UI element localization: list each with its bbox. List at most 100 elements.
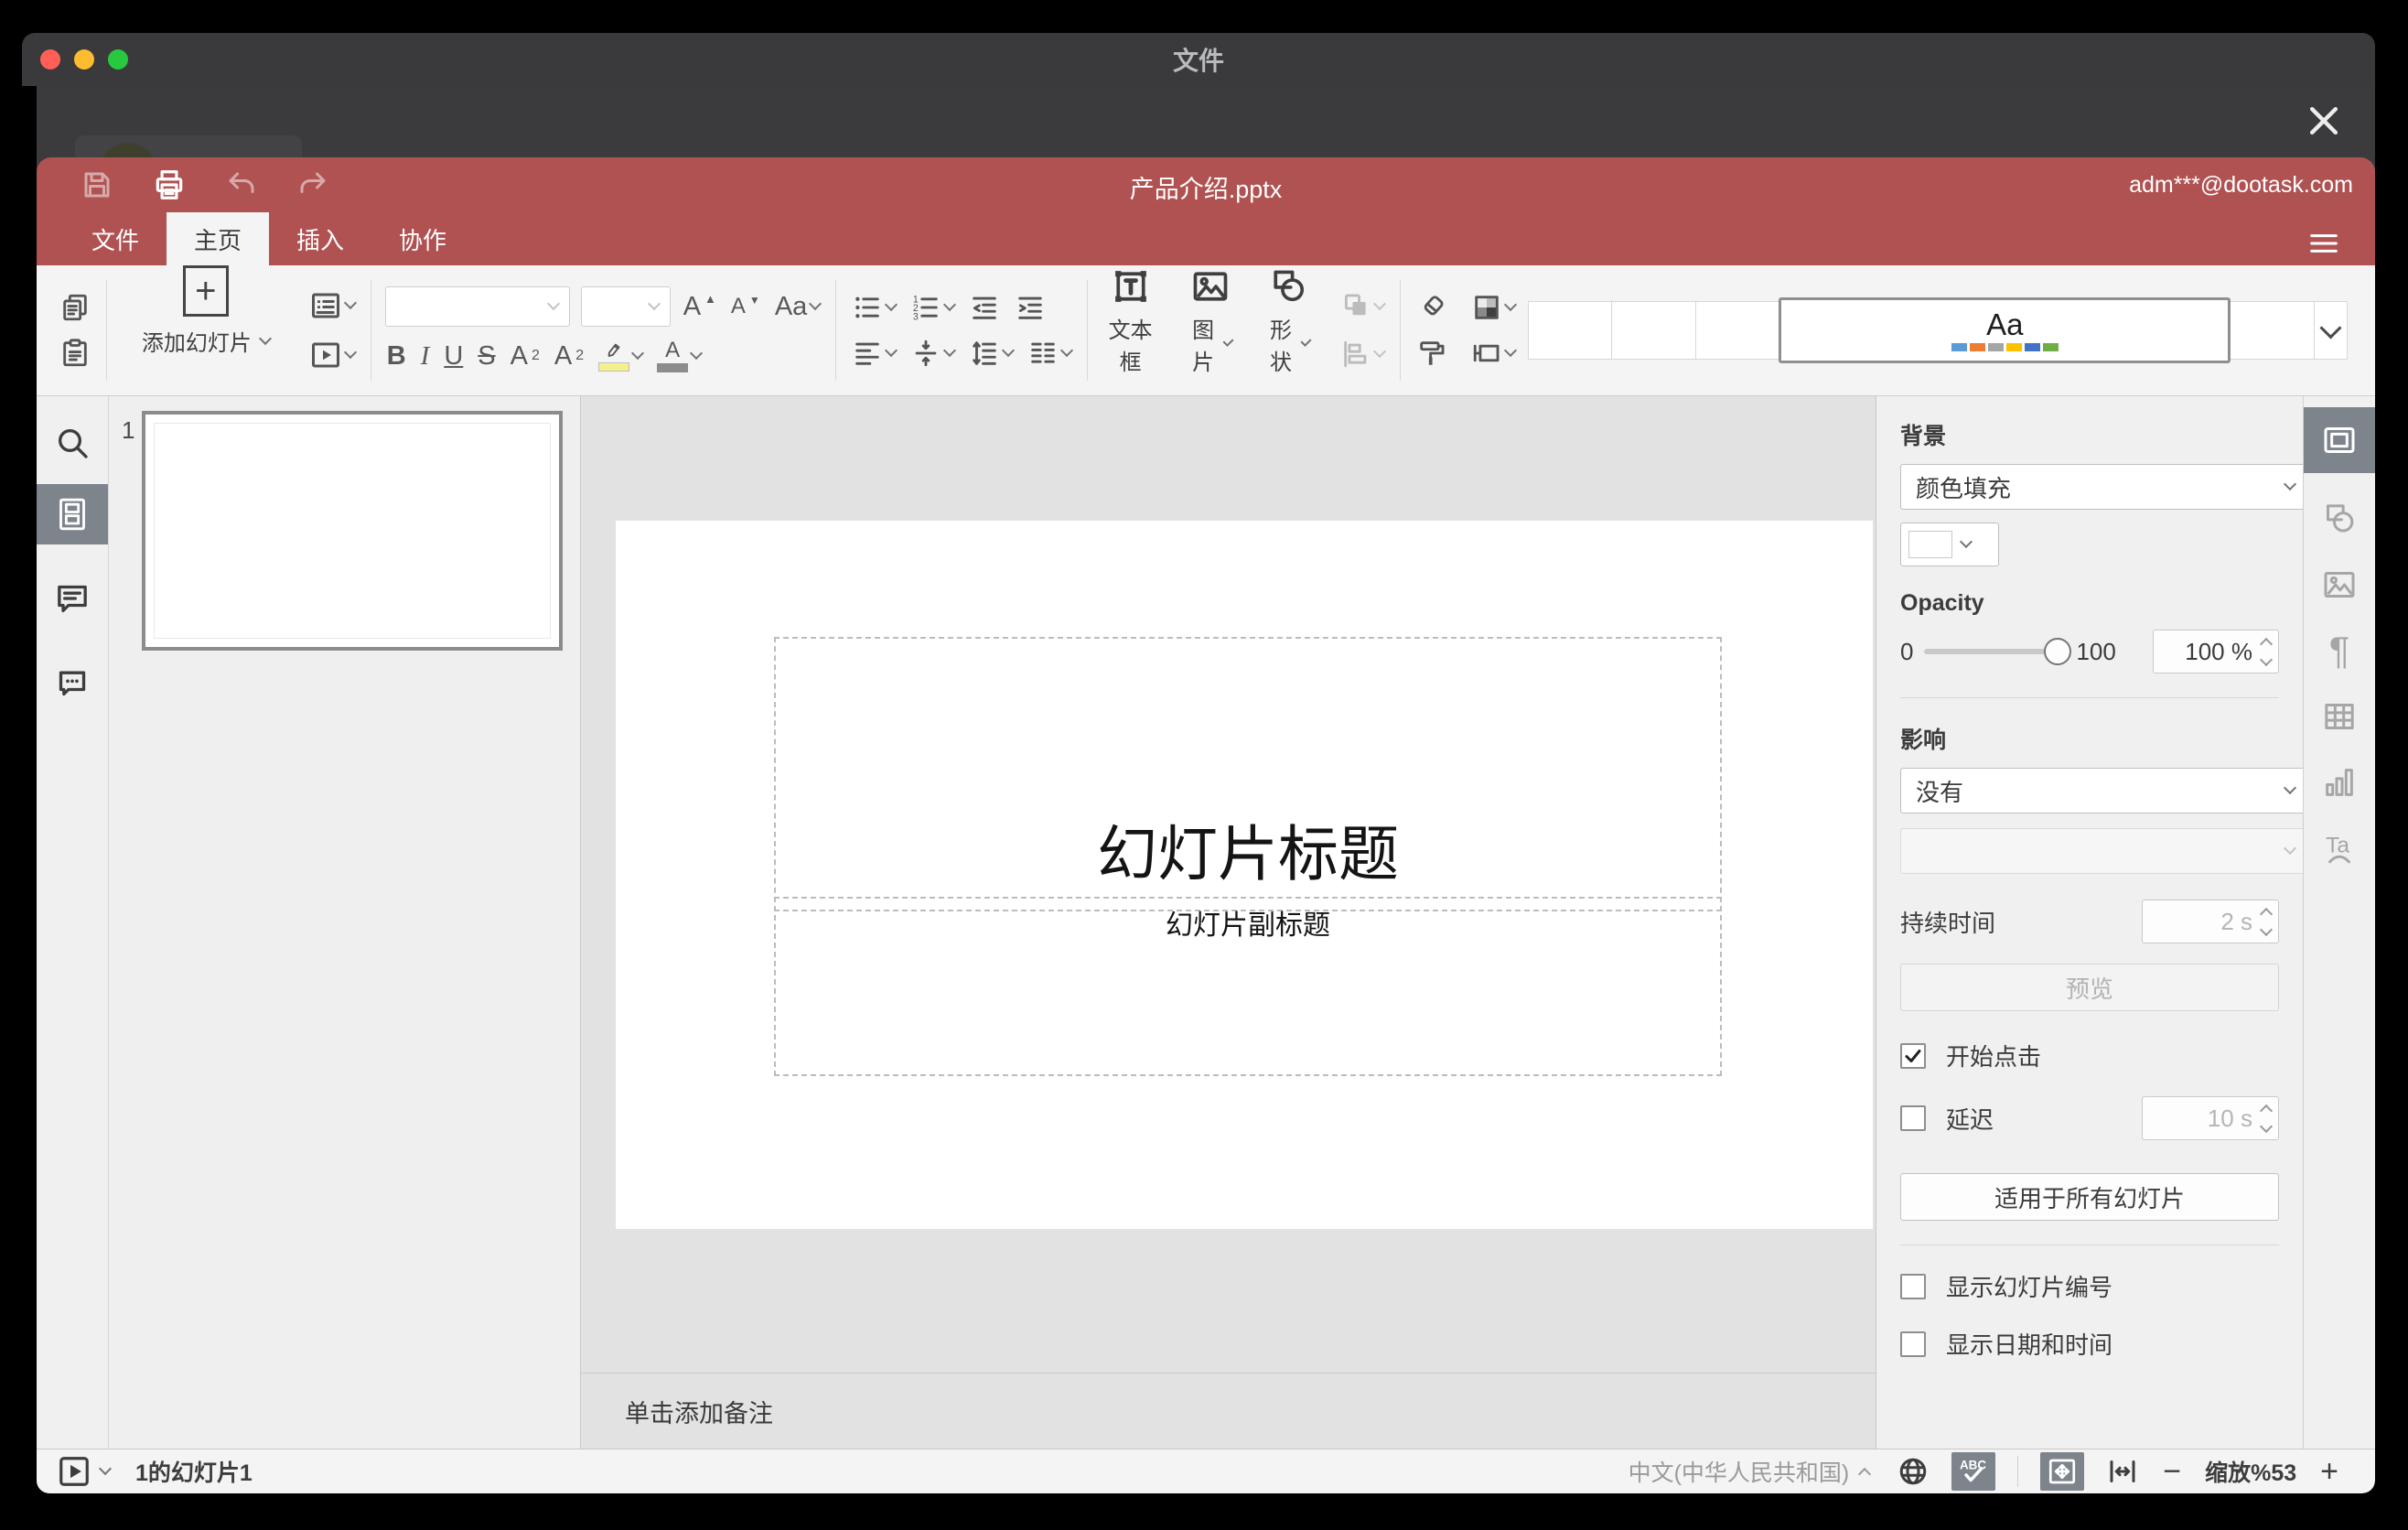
tab-file[interactable]: 文件 — [64, 212, 167, 265]
slide-thumbnail[interactable] — [142, 411, 563, 651]
shape-settings-icon[interactable] — [2304, 486, 2375, 552]
theme-tile-2[interactable] — [1611, 301, 1696, 360]
delay-checkbox[interactable] — [1900, 1105, 1926, 1131]
theme-tile-selected[interactable]: Aa — [1779, 297, 2231, 363]
opacity-spinner[interactable]: 100 % — [2153, 630, 2279, 673]
start-on-click-checkbox[interactable] — [1900, 1042, 1926, 1069]
slide-layout-button[interactable] — [307, 287, 357, 324]
italic-button[interactable]: I — [419, 341, 432, 372]
decrease-font-button[interactable]: A ▼ — [729, 294, 762, 319]
tab-home[interactable]: 主页 — [167, 212, 270, 265]
fit-to-slide-icon[interactable] — [2040, 1452, 2085, 1491]
paragraph-settings-icon[interactable]: ¶ — [2304, 618, 2375, 684]
minimize-window-button[interactable] — [74, 49, 94, 70]
hamburger-menu-icon[interactable] — [2300, 220, 2348, 270]
show-date-time-checkbox[interactable] — [1900, 1331, 1926, 1357]
effect-type-select[interactable] — [1900, 828, 2303, 874]
close-window-button[interactable] — [40, 49, 60, 70]
font-size-select[interactable] — [580, 286, 671, 327]
add-slide-button[interactable]: 添加幻灯片 — [136, 324, 275, 358]
slide-settings-icon[interactable] — [2304, 407, 2375, 473]
slide-subtitle-placeholder[interactable]: 幻灯片副标题 — [774, 897, 1722, 1076]
superscript-button[interactable]: A2 — [509, 341, 542, 372]
align-shape-button[interactable] — [1338, 337, 1387, 372]
zoom-out-button[interactable]: − — [2161, 1456, 2183, 1487]
theme-tile-3[interactable] — [1694, 301, 1780, 360]
underline-button[interactable]: U — [442, 341, 465, 372]
slide-title-placeholder[interactable]: 幻灯片标题 — [774, 637, 1722, 911]
slide-thumbnail-number: 1 — [122, 416, 135, 444]
chart-settings-icon[interactable] — [2304, 749, 2375, 815]
image-settings-icon[interactable] — [2304, 552, 2375, 618]
save-icon[interactable] — [81, 168, 113, 201]
close-icon[interactable] — [2304, 101, 2344, 141]
increase-indent-button[interactable] — [1013, 290, 1048, 325]
effect-select[interactable]: 没有 — [1900, 768, 2303, 813]
background-color-picker[interactable] — [1900, 523, 1999, 566]
document-language-icon[interactable] — [1897, 1455, 1930, 1488]
redo-icon[interactable] — [296, 168, 329, 201]
notes-placeholder: 单击添加备注 — [625, 1399, 773, 1428]
spellcheck-icon[interactable]: ABC — [1951, 1452, 1996, 1491]
insert-shape-button[interactable]: 形状 — [1261, 265, 1315, 395]
show-slide-number-checkbox[interactable] — [1900, 1273, 1926, 1299]
undo-icon[interactable] — [225, 168, 258, 201]
search-icon[interactable] — [37, 413, 108, 473]
fit-to-width-icon[interactable] — [2106, 1455, 2139, 1488]
delay-spinner[interactable]: 10 s — [2142, 1096, 2279, 1140]
maximize-window-button[interactable] — [108, 49, 128, 70]
zoom-in-button[interactable]: + — [2318, 1456, 2340, 1487]
paste-icon[interactable] — [58, 336, 92, 371]
decrease-indent-button[interactable] — [967, 290, 1002, 325]
tab-collaboration[interactable]: 协作 — [371, 212, 474, 265]
subscript-button[interactable]: A2 — [553, 341, 586, 372]
eraser-icon[interactable] — [1414, 290, 1449, 325]
table-settings-icon[interactable] — [2304, 684, 2375, 749]
arrange-shape-button[interactable] — [1338, 289, 1387, 324]
font-name-select[interactable] — [384, 286, 570, 327]
slides-panel-icon[interactable] — [37, 484, 108, 544]
apply-to-all-slides-button[interactable]: 适用于所有幻灯片 — [1900, 1173, 2279, 1221]
slide-canvas[interactable]: 幻灯片标题 幻灯片副标题 — [616, 521, 1873, 1229]
font-color-button[interactable]: A — [655, 338, 704, 374]
copy-icon[interactable] — [58, 290, 92, 325]
opacity-slider-handle[interactable] — [2044, 638, 2072, 665]
dialog-top-bar — [37, 86, 2375, 201]
insert-textbox-button[interactable]: 文本框 — [1102, 265, 1159, 395]
chat-icon[interactable] — [37, 652, 108, 713]
start-slideshow-button[interactable] — [307, 337, 357, 373]
highlight-color-button[interactable] — [597, 339, 645, 373]
print-icon[interactable] — [152, 167, 187, 202]
theme-tile-5[interactable] — [2230, 301, 2315, 360]
theme-tile-1[interactable] — [1528, 301, 1613, 360]
vertical-align-button[interactable] — [908, 336, 957, 371]
add-slide-icon[interactable]: + — [182, 265, 229, 317]
insert-image-button[interactable]: 图片 — [1183, 265, 1237, 395]
opacity-slider[interactable] — [1924, 638, 2072, 665]
bold-button[interactable]: B — [385, 341, 408, 372]
theme-gallery-expand-button[interactable] — [2313, 301, 2349, 360]
slide-thumbnails-panel: 1 — [109, 396, 581, 1449]
line-spacing-button[interactable] — [967, 336, 1016, 371]
numbered-list-button[interactable]: 123 — [908, 290, 957, 325]
horizontal-align-button[interactable] — [850, 336, 898, 371]
notes-area[interactable]: 单击添加备注 — [581, 1373, 1876, 1449]
columns-button[interactable] — [1026, 336, 1074, 371]
show-date-time-label: 显示日期和时间 — [1946, 1331, 2113, 1359]
start-slideshow-status-button[interactable] — [57, 1454, 113, 1489]
text-art-settings-icon[interactable]: Ta — [2304, 815, 2375, 881]
duration-spinner[interactable]: 2 s — [2142, 900, 2279, 943]
slide-size-button[interactable] — [1469, 336, 1518, 371]
language-selector[interactable]: 中文(中华人民共和国) — [1623, 1454, 1876, 1489]
format-painter-icon[interactable] — [1414, 336, 1449, 371]
tab-insert[interactable]: 插入 — [269, 212, 371, 265]
comments-icon[interactable] — [37, 568, 108, 629]
bullet-list-button[interactable] — [850, 290, 898, 325]
preview-button[interactable]: 预览 — [1900, 964, 2279, 1011]
theme-colors-button[interactable] — [1469, 290, 1518, 325]
strikeout-button[interactable]: S — [476, 341, 497, 372]
panel-divider — [1900, 1244, 2279, 1245]
background-fill-select[interactable]: 颜色填充 — [1900, 464, 2303, 510]
increase-font-button[interactable]: A ▲ — [682, 292, 718, 322]
change-case-button[interactable]: Aa — [773, 292, 822, 322]
